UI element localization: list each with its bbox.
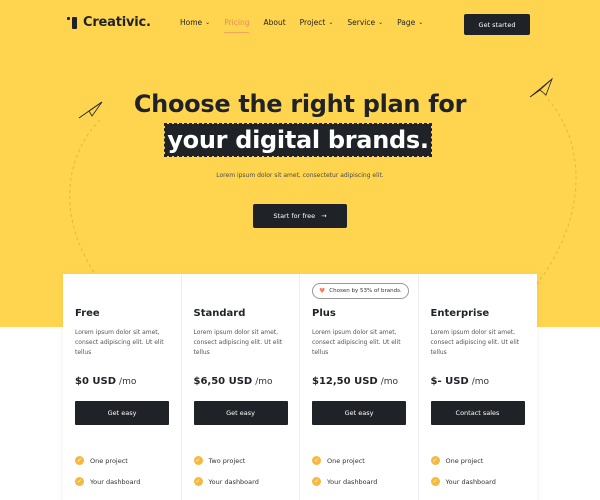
feature-item: ✓ Two project [193,456,246,465]
feature-item: ✓ Your dashboard [430,477,496,486]
plan-description: Lorem ipsum dolor sit amet, consect adip… [75,329,164,356]
logo-mark-icon [67,16,81,30]
nav-label: About [263,18,286,27]
button-label: Start for free [273,212,316,220]
hero-headline-line2: your digital brands. [165,124,431,156]
chevron-down-icon: ⌄ [328,19,334,26]
get-easy-button[interactable]: Get easy [75,401,169,425]
feature-label: Your dashboard [327,477,378,486]
plan-card-plus: ♥ Chosen by 53% of brands. Plus Lorem ip… [300,274,419,500]
nav-label: Project [299,18,326,27]
logo-text: Creativic. [83,15,151,30]
feature-item: ✓ Your dashboard [193,477,259,486]
check-icon: ✓ [430,477,440,486]
pricing-cards: Free Lorem ipsum dolor sit amet, consect… [63,274,537,500]
feature-label: Your dashboard [445,477,496,486]
nav-item-home[interactable]: Home ⌄ [180,18,210,27]
nav-item-page[interactable]: Page ⌄ [397,18,423,27]
main-nav: Home ⌄ Pricing About Project ⌄ Service ⌄… [180,18,437,33]
feature-label: One project [327,456,365,465]
plan-name: Standard [193,308,246,319]
feature-item: ✓ One project [75,456,128,465]
plan-card-enterprise: Enterprise Lorem ipsum dolor sit amet, c… [419,274,538,500]
plan-price: $- USD /mo [431,376,490,387]
nav-label: Page [397,18,416,27]
get-easy-button[interactable]: Get easy [193,401,288,425]
site-header: Creativic. Home ⌄ Pricing About Project … [0,0,600,50]
nav-item-project[interactable]: Project ⌄ [300,18,334,27]
chevron-down-icon: ⌄ [418,19,424,26]
feature-label: Your dashboard [208,477,259,486]
feature-item: ✓ One project [430,456,484,465]
price-value: $6,50 USD [193,376,253,387]
feature-label: One project [90,456,128,465]
plan-price: $0 USD /mo [75,376,136,387]
plan-description: Lorem ipsum dolor sit amet, consect adip… [193,329,283,356]
feature-item: ✓ One project [312,456,365,465]
hero-subtitle: Lorem ipsum dolor sit amet, consectetur … [216,172,384,179]
check-icon: ✓ [75,477,84,486]
plan-description: Lorem ipsum dolor sit amet, consect adip… [312,329,401,356]
nav-label: Pricing [224,18,250,27]
check-icon: ✓ [75,456,84,465]
nav-item-pricing[interactable]: Pricing [224,18,250,33]
nav-item-service[interactable]: Service ⌄ [347,18,383,27]
check-icon: ✓ [312,456,321,465]
check-icon: ✓ [430,456,440,465]
popular-badge: ♥ Chosen by 53% of brands. [312,283,409,299]
price-value: $12,50 USD [312,376,378,387]
feature-label: Two project [208,456,246,465]
logo[interactable]: Creativic. [67,15,151,30]
chevron-down-icon: ⌄ [378,19,384,26]
plan-price: $6,50 USD /mo [194,376,273,387]
feature-item: ✓ Your dashboard [312,477,377,486]
heart-icon: ♥ [319,287,326,295]
get-easy-button[interactable]: Get easy [312,401,406,425]
price-unit: /mo [471,377,490,387]
feature-item: ✓ Your dashboard [75,477,140,486]
price-unit: /mo [380,377,399,387]
plan-card-free: Free Lorem ipsum dolor sit amet, consect… [63,274,182,500]
badge-label: Chosen by 53% of brands. [329,288,402,294]
chevron-down-icon: ⌄ [205,19,211,26]
feature-label: One project [445,456,484,465]
plan-price: $12,50 USD /mo [312,376,398,387]
plan-description: Lorem ipsum dolor sit amet, consect adip… [430,329,520,356]
price-value: $- USD [430,376,469,387]
plan-card-standard: Standard Lorem ipsum dolor sit amet, con… [182,274,300,500]
hero-headline-line1: Choose the right plan for [133,90,467,118]
start-for-free-button[interactable]: Start for free → [253,204,347,228]
plan-name: Free [75,308,100,319]
hero-headline-highlight: your digital brands. [164,123,432,157]
arrow-right-icon: → [321,212,327,220]
nav-item-about[interactable]: About [263,18,285,27]
price-unit: /mo [119,377,137,387]
get-started-button[interactable]: Get started [464,14,530,35]
plan-name: Enterprise [430,308,490,319]
check-icon: ✓ [312,477,321,486]
check-icon: ✓ [193,477,203,486]
nav-label: Service [347,18,376,27]
nav-label: Home [180,18,203,27]
plan-name: Plus [312,308,336,319]
feature-label: Your dashboard [90,477,141,486]
check-icon: ✓ [193,456,203,465]
price-value: $0 USD [75,376,117,387]
price-unit: /mo [255,377,273,387]
contact-sales-button[interactable]: Contact sales [430,401,525,425]
